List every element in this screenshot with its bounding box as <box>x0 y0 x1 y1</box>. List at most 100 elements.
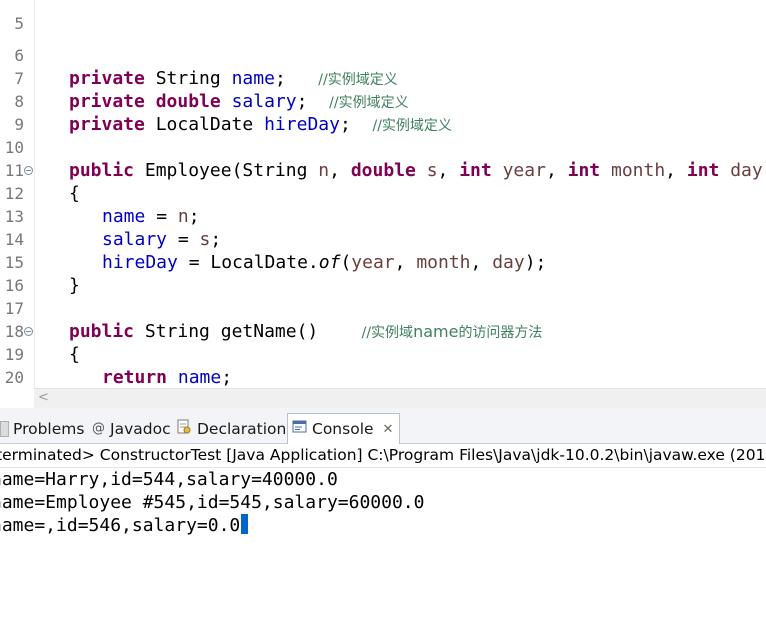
console-output-line: name=Harry,id=544,salary=40000.0 <box>0 468 338 491</box>
close-icon[interactable]: ✕ <box>383 422 394 437</box>
output-text: name=Harry,id=544,salary=40000.0 <box>0 469 338 490</box>
console-view[interactable]: terminated> ConstructorTest [Java Applic… <box>0 444 766 633</box>
code-text: { <box>69 183 80 204</box>
code-line[interactable]: 5 <box>0 0 766 33</box>
code-line[interactable]: 13 { <box>0 182 766 226</box>
code-line[interactable]: 9 private double salary; //实例域定义 <box>0 90 766 134</box>
code-text: public Employee(String n, double s, int … <box>69 160 763 181</box>
code-comment: //实例域name的访问器方法 <box>361 322 543 341</box>
code-line[interactable]: 20 { <box>0 343 766 387</box>
code-comment: //实例域定义 <box>318 72 398 88</box>
code-line[interactable]: 8 private String name; //实例域定义 <box>0 67 766 111</box>
punctuation: ; <box>188 206 200 227</box>
tab-label: Declaration <box>197 419 287 438</box>
tab-declaration[interactable]: Declaration <box>177 414 286 443</box>
punctuation: ; <box>339 114 351 135</box>
field-name: name <box>231 68 275 89</box>
text-cursor <box>241 514 249 534</box>
field-name: salary <box>231 91 297 112</box>
code-text: name = n; <box>102 205 200 228</box>
code-line[interactable]: 6 <box>0 21 766 65</box>
parameter: day <box>730 160 763 181</box>
fold-toggle-icon[interactable] <box>24 166 33 175</box>
code-text: public String getName() //实例域name的访问器方法 <box>69 320 542 345</box>
output-text: name=Employee #545,id=545,salary=60000.0 <box>0 492 425 513</box>
comment-text: //实例域 <box>361 325 414 341</box>
gutter-footer <box>0 388 34 408</box>
field-name: name <box>102 206 146 227</box>
parameter: year <box>502 160 546 181</box>
code-comment: //实例域定义 <box>329 95 409 111</box>
parameter: n <box>177 206 189 227</box>
code-text: } <box>69 275 80 296</box>
punctuation: ; <box>221 367 233 388</box>
keyword: int <box>567 160 601 181</box>
punctuation: ; <box>274 68 286 89</box>
code-line[interactable]: 17 } <box>0 274 766 318</box>
tab-javadoc[interactable]: @ Javadoc <box>92 414 171 443</box>
field-name: hireDay <box>102 252 178 273</box>
punctuation: ( <box>340 252 352 273</box>
keyword: public <box>69 321 135 342</box>
tab-label: Problems <box>13 419 85 438</box>
code-text: salary = s; <box>102 228 221 251</box>
keyword: private <box>69 114 145 135</box>
scroll-left-arrow-icon[interactable]: < <box>38 390 49 405</box>
console-icon <box>292 420 307 438</box>
field-name: hireDay <box>264 114 340 135</box>
code-line[interactable]: 10 private LocalDate hireDay; //实例域定义 <box>0 113 766 157</box>
method-name: of <box>318 252 341 273</box>
code-line[interactable]: 18 <box>0 297 766 341</box>
declaration-icon <box>177 419 192 439</box>
code-comment: //实例域定义 <box>372 118 452 134</box>
tab-problems[interactable]: Problems <box>0 414 84 443</box>
comment-text: name <box>413 322 459 341</box>
code-line[interactable]: 11 <box>0 136 766 180</box>
horizontal-scrollbar[interactable]: < <box>34 388 766 409</box>
code-line[interactable]: 16 hireDay = LocalDate.of(year, month, d… <box>0 251 766 295</box>
keyword: int <box>686 160 720 181</box>
fold-toggle-icon[interactable] <box>24 327 33 336</box>
code-text: private LocalDate hireDay; //实例域定义 <box>69 113 452 138</box>
keyword: double <box>155 91 221 112</box>
console-output-line[interactable]: name=,id=546,salary=0.0 <box>0 514 249 537</box>
code-text: { <box>69 344 80 365</box>
keyword: return <box>102 367 168 388</box>
method-signature: String getName() <box>144 321 319 342</box>
console-status-line: terminated> ConstructorTest [Java Applic… <box>0 446 766 464</box>
operator: = <box>167 229 200 250</box>
operator: = LocalDate. <box>177 252 319 273</box>
keyword: int <box>459 160 492 181</box>
keyword: private <box>69 68 145 89</box>
parameter: day <box>492 252 525 273</box>
console-output-line: name=Employee #545,id=545,salary=60000.0 <box>0 491 424 514</box>
keyword: double <box>350 160 416 181</box>
code-line[interactable]: 21 return name; <box>0 366 766 388</box>
parameter: month <box>416 252 471 273</box>
code-editor[interactable]: 5 6 7 8 private String name; //实例域定义 9 p… <box>0 0 766 388</box>
parameter: n <box>318 160 330 181</box>
keyword: public <box>69 160 135 181</box>
parameter: s <box>426 160 438 181</box>
parameter: year <box>351 252 395 273</box>
field-name: salary <box>102 229 168 250</box>
keyword: private <box>69 91 145 112</box>
code-line[interactable]: 12 public Employee(String n, double s, i… <box>0 159 766 203</box>
code-line[interactable]: 14 name = n; <box>0 205 766 249</box>
javadoc-icon: @ <box>92 421 105 436</box>
punctuation: ); <box>524 252 547 273</box>
code-line[interactable]: 15 salary = s; <box>0 228 766 272</box>
view-tab-bar: Problems @ Javadoc Declaration Console ✕ <box>0 408 766 444</box>
type-name: String <box>155 68 221 89</box>
type-name: LocalDate <box>155 114 254 135</box>
code-line[interactable]: 19 public String getName() //实例域name的访问器… <box>0 320 766 364</box>
parameter: month <box>610 160 666 181</box>
code-line[interactable]: 7 <box>0 44 766 88</box>
code-text: private double salary; //实例域定义 <box>69 90 409 115</box>
problems-icon <box>0 420 9 437</box>
code-text: hireDay = LocalDate.of(year, month, day)… <box>102 252 547 273</box>
field-name: name <box>177 367 222 388</box>
tab-label: Javadoc <box>110 419 171 438</box>
tab-console[interactable]: Console ✕ <box>287 413 401 444</box>
operator: = <box>145 206 178 227</box>
